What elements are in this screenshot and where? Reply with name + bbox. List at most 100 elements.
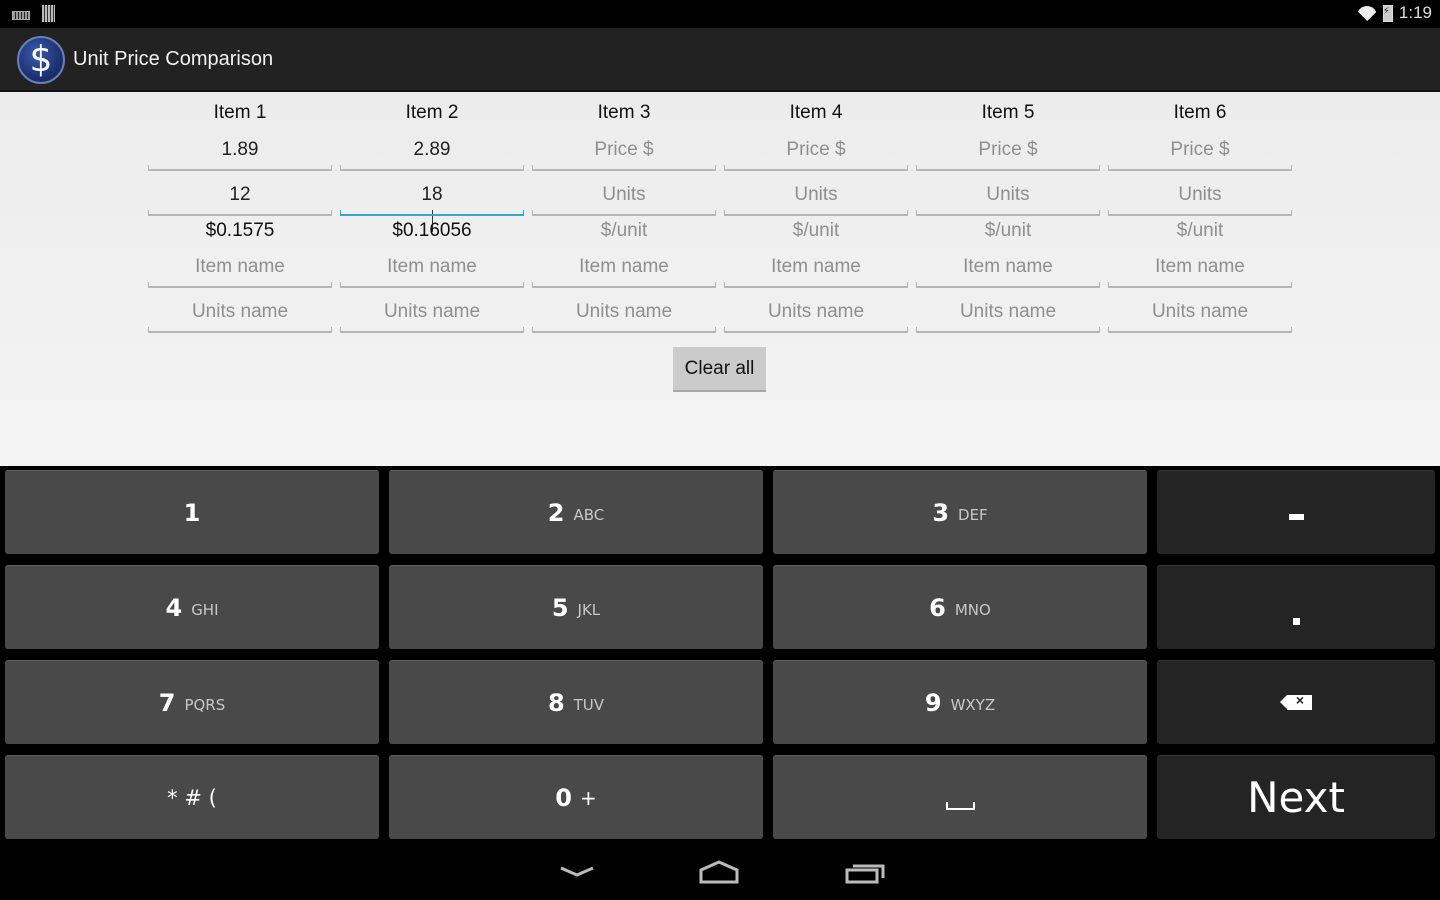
units-input[interactable]: Units [724, 180, 908, 216]
item-name-input[interactable]: Item name [916, 252, 1100, 288]
units-name-input[interactable]: Units name [340, 297, 524, 333]
price-input[interactable]: Price $ [916, 135, 1100, 171]
item-name-input[interactable]: Item name [340, 252, 524, 288]
key-minus[interactable] [1157, 470, 1435, 554]
units-name-input[interactable]: Units name [532, 297, 716, 333]
item-name-input[interactable]: Item name [532, 252, 716, 288]
field-underline [340, 165, 524, 171]
item-name-input-value: Item name [195, 256, 285, 277]
price-input[interactable]: 1.89 [148, 135, 332, 171]
units-input-value: Units [986, 184, 1030, 205]
key-space[interactable] [773, 755, 1147, 839]
units-name-input[interactable]: Units name [1108, 297, 1292, 333]
field-underline [1108, 210, 1292, 216]
item-name-input[interactable]: Item name [724, 252, 908, 288]
key-4[interactable]: 4 GHI [5, 565, 379, 649]
key-1[interactable]: 1 [5, 470, 379, 554]
field-underline [340, 210, 524, 216]
item-name-input-value: Item name [963, 256, 1053, 277]
unit-price-result: $0.1575 [205, 220, 275, 241]
period-icon [1292, 618, 1300, 625]
units-input-value: Units [794, 184, 838, 205]
item-name-input-value: Item name [1155, 256, 1245, 277]
field-underline [148, 282, 332, 288]
key-6[interactable]: 6 MNO [773, 565, 1147, 649]
key-2[interactable]: 2 ABC [389, 470, 763, 554]
item-name-input-value: Item name [771, 256, 861, 277]
price-input[interactable]: Price $ [1108, 135, 1292, 171]
key-digit: 8 [547, 688, 565, 717]
key-letters: PQRS [184, 695, 226, 714]
back-icon[interactable] [555, 858, 599, 888]
key-8[interactable]: 8 TUV [389, 660, 763, 744]
units-name-input-value: Units name [383, 301, 481, 322]
key-backspace[interactable]: × [1157, 660, 1435, 744]
item-name-input[interactable]: Item name [148, 252, 332, 288]
home-icon[interactable] [697, 858, 741, 888]
key-digit: 3 [932, 498, 950, 527]
item-name-input[interactable]: Item name [1108, 252, 1292, 288]
key-9[interactable]: 9 WXYZ [773, 660, 1147, 744]
key-letters: JKL [577, 600, 601, 619]
units-input[interactable]: 18 [340, 180, 524, 232]
key-0[interactable]: 0 + [389, 755, 763, 839]
keyboard-icon [12, 11, 30, 20]
units-input-value: 18 [421, 184, 443, 205]
key-symbols-label: * # ( [167, 785, 217, 810]
price-input[interactable]: Price $ [724, 135, 908, 171]
field-underline [340, 327, 524, 333]
unit-price-result: $/unit [600, 220, 648, 241]
key-5[interactable]: 5 JKL [389, 565, 763, 649]
key-7[interactable]: 7 PQRS [5, 660, 379, 744]
numeric-keyboard: 1 2 ABC 3 DEF 4 GHI 5 JKL 6 MNO 7 PQRS 8 TUV 9 WXYZ × * # … [0, 466, 1440, 844]
status-time: 1:19 [1398, 3, 1432, 22]
field-underline [916, 327, 1100, 333]
units-name-input-value: Units name [191, 301, 289, 322]
item-header: Item 4 [789, 102, 843, 123]
units-name-input[interactable]: Units name [724, 297, 908, 333]
key-letters: TUV [573, 695, 605, 714]
units-name-input[interactable]: Units name [148, 297, 332, 333]
unit-price-result: $0.16056 [392, 220, 472, 241]
price-input[interactable]: Price $ [532, 135, 716, 171]
field-underline [532, 282, 716, 288]
units-input[interactable]: Units [1108, 180, 1292, 216]
unit-price-result: $/unit [1176, 220, 1224, 241]
space-icon [945, 801, 975, 810]
key-3[interactable]: 3 DEF [773, 470, 1147, 554]
key-digit: 2 [547, 498, 565, 527]
item-name-input-value: Item name [579, 256, 669, 277]
action-bar: $ Unit Price Comparison [0, 28, 1440, 92]
key-letters: WXYZ [950, 695, 996, 714]
units-input[interactable]: Units [916, 180, 1100, 216]
dollar-icon[interactable]: $ [17, 36, 65, 84]
field-underline [724, 210, 908, 216]
minus-icon [1288, 513, 1304, 520]
key-digit: 4 [165, 593, 183, 622]
backspace-icon: × [1280, 692, 1312, 710]
next-label: Next [1247, 773, 1345, 822]
field-underline [1108, 327, 1292, 333]
units-name-input[interactable]: Units name [916, 297, 1100, 333]
key-period[interactable] [1157, 565, 1435, 649]
key-letters: ABC [573, 505, 605, 524]
units-input[interactable]: Units [532, 180, 716, 216]
item-header: Item 1 [213, 102, 267, 123]
status-bar: 1:19 [0, 0, 1440, 28]
price-input-value: 1.89 [221, 139, 259, 160]
price-input-value: Price $ [978, 139, 1038, 160]
units-input[interactable]: 12 [148, 180, 332, 216]
key-next[interactable]: Next [1157, 755, 1435, 839]
key-digit: 5 [551, 593, 569, 622]
recent-apps-icon[interactable] [843, 858, 887, 888]
units-input-value: Units [602, 184, 646, 205]
field-underline [532, 210, 716, 216]
price-input[interactable]: 2.89 [340, 135, 524, 171]
barcode-icon [42, 5, 55, 22]
key-digit: 9 [924, 688, 942, 717]
item-header: Item 3 [597, 102, 651, 123]
clear-all-button[interactable]: Clear all [673, 347, 766, 392]
field-underline [916, 282, 1100, 288]
unit-price-result: $/unit [792, 220, 840, 241]
key-symbols[interactable]: * # ( [5, 755, 379, 839]
